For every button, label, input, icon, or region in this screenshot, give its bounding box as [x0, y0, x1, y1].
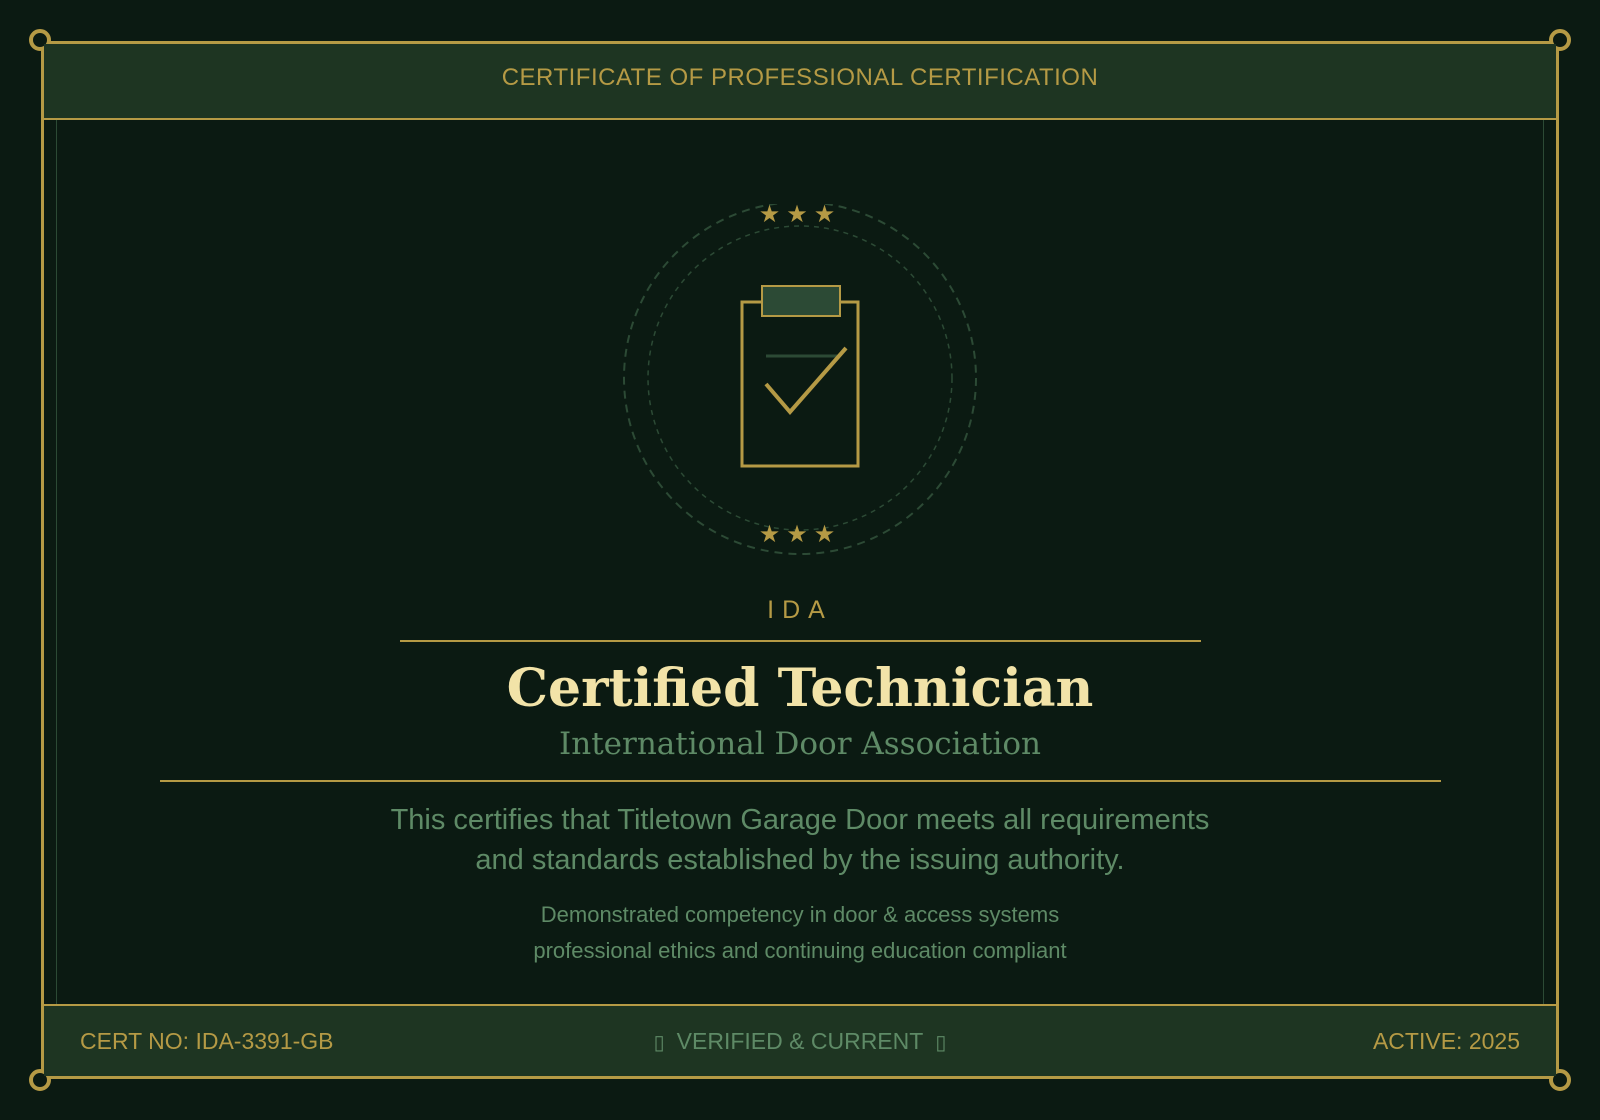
statement-line: This certifies that Titletown Garage Doo… [390, 804, 1210, 836]
detail-line: Demonstrated competency in door & access… [540, 902, 1060, 927]
divider-upper [400, 640, 1201, 642]
stars-top: ★★★ [758, 201, 842, 228]
status-icon-left: ▯ [653, 1032, 665, 1054]
active-year: ACTIVE: 2025 [1372, 1028, 1520, 1054]
stars-bottom: ★★★ [758, 521, 842, 548]
certificate-title: Certified Technician [506, 658, 1094, 719]
certification-statement: This certifies that Titletown Garage Doo… [0, 800, 1600, 880]
seal-emblem [623, 204, 977, 555]
divider-lower [160, 780, 1441, 782]
detail-line: professional ethics and continuing educa… [533, 938, 1067, 963]
issuer-name: International Door Association [558, 726, 1041, 762]
status-icon-right: ▯ [935, 1032, 947, 1054]
issuer-abbreviation: IDA [767, 596, 833, 624]
statement-line: and standards established by the issuing… [475, 844, 1125, 876]
certificate-heading: CERTIFICATE OF PROFESSIONAL CERTIFICATIO… [501, 64, 1099, 91]
clipboard-check-icon [740, 285, 860, 468]
verification-status: ▯ VERIFIED & CURRENT ▯ [44, 1028, 1556, 1055]
header-band: CERTIFICATE OF PROFESSIONAL CERTIFICATIO… [44, 44, 1556, 120]
certification-details: Demonstrated competency in door & access… [0, 897, 1600, 969]
footer-band: CERT NO: IDA-3391-GB ▯ VERIFIED & CURRENT… [44, 1004, 1556, 1076]
status-label: VERIFIED & CURRENT [676, 1028, 924, 1054]
